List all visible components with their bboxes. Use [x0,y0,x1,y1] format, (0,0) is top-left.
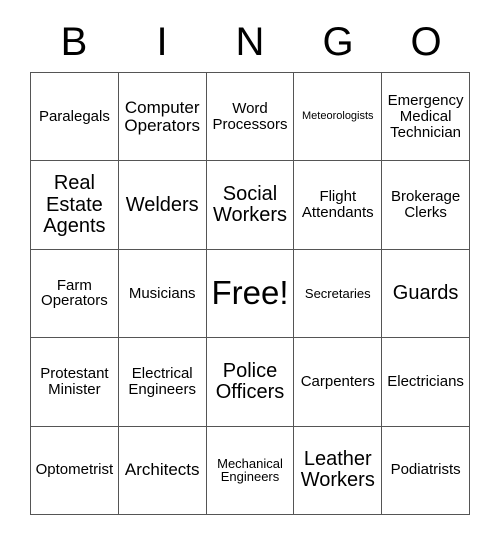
bingo-cell-label: Emergency Medical Technician [387,91,464,141]
bingo-header-letter-o: O [410,20,442,64]
bingo-cell-label: Electrical Engineers [128,365,196,398]
bingo-cell-label: Brokerage Clerks [390,188,461,222]
bingo-header-letter-g: G [322,20,354,64]
bingo-grid: Paralegals Computer Operators Word Process… [30,72,470,515]
bingo-cell[interactable]: Leather Workers [294,426,383,515]
bingo-cell-label: Farm Operators [41,276,108,310]
bingo-cell-label: Leather Workers [300,448,375,492]
bingo-cell-label: Podiatrists [390,461,461,479]
bingo-cell-label: Optometrist [35,461,114,479]
bingo-cell[interactable]: Secretaries [294,249,383,339]
bingo-card: B I N G O Paralegals Computer Operators Wo… [0,0,500,544]
bingo-cell-label: Secretaries [304,285,371,301]
bingo-cell-label: Welders [125,193,199,216]
bingo-cell-label: Free! [211,274,289,311]
bingo-cell[interactable]: Architects [118,426,207,515]
bingo-cell-label: Meteorologists [302,109,374,122]
bingo-header: B I N G O [30,14,470,70]
bingo-cell-label: Guards [392,281,459,304]
bingo-cell[interactable]: Electricians [382,338,470,427]
bingo-cell[interactable]: Real Estate Agents [31,161,119,250]
bingo-cell-label: Electricians [387,372,464,390]
bingo-cell[interactable]: Mechanical Engineers [206,426,295,515]
bingo-cell-label: Protestant Minister [40,365,109,398]
bingo-cell[interactable]: Welders [118,161,207,250]
bingo-cell[interactable]: Electrical Engineers [118,338,207,427]
bingo-cell-label: Musicians [128,284,196,302]
bingo-cell-label: Computer Operators [124,97,200,135]
bingo-cell[interactable]: Word Processors [206,73,295,162]
bingo-cell[interactable]: Computer Operators [118,73,207,162]
bingo-cell[interactable]: Social Workers [206,161,295,250]
bingo-cell-label: Carpenters [300,372,375,390]
bingo-cell[interactable]: Brokerage Clerks [382,161,470,250]
bingo-cell[interactable]: Paralegals [31,73,119,162]
bingo-cell-label: Mechanical Engineers [217,455,283,485]
bingo-cell[interactable]: Flight Attendants [294,161,383,250]
bingo-cell[interactable]: Optometrist [31,426,119,515]
bingo-cell-label: Real Estate Agents [43,172,106,237]
bingo-cell-label: Flight Attendants [301,188,374,222]
bingo-cell-label: Social Workers [212,182,288,227]
bingo-cell[interactable]: Musicians [118,249,207,339]
bingo-header-letter-n: N [235,20,265,64]
bingo-cell[interactable]: Protestant Minister [31,338,119,427]
bingo-cell-label: Paralegals [38,107,110,125]
bingo-cell[interactable]: Police Officers [206,338,295,427]
bingo-cell-free[interactable]: Free! [206,249,295,339]
bingo-cell[interactable]: Meteorologists [294,73,383,162]
bingo-cell-label: Police Officers [215,359,285,403]
bingo-cell-label: Architects [124,460,200,480]
bingo-cell-label: Word Processors [212,99,288,133]
bingo-cell[interactable]: Guards [382,249,470,339]
bingo-cell[interactable]: Emergency Medical Technician [382,73,470,162]
bingo-cell[interactable]: Farm Operators [31,249,119,339]
bingo-cell[interactable]: Carpenters [294,338,383,427]
bingo-header-letter-i: I [156,20,168,64]
bingo-cell[interactable]: Podiatrists [382,426,470,515]
bingo-header-letter-b: B [60,20,88,64]
